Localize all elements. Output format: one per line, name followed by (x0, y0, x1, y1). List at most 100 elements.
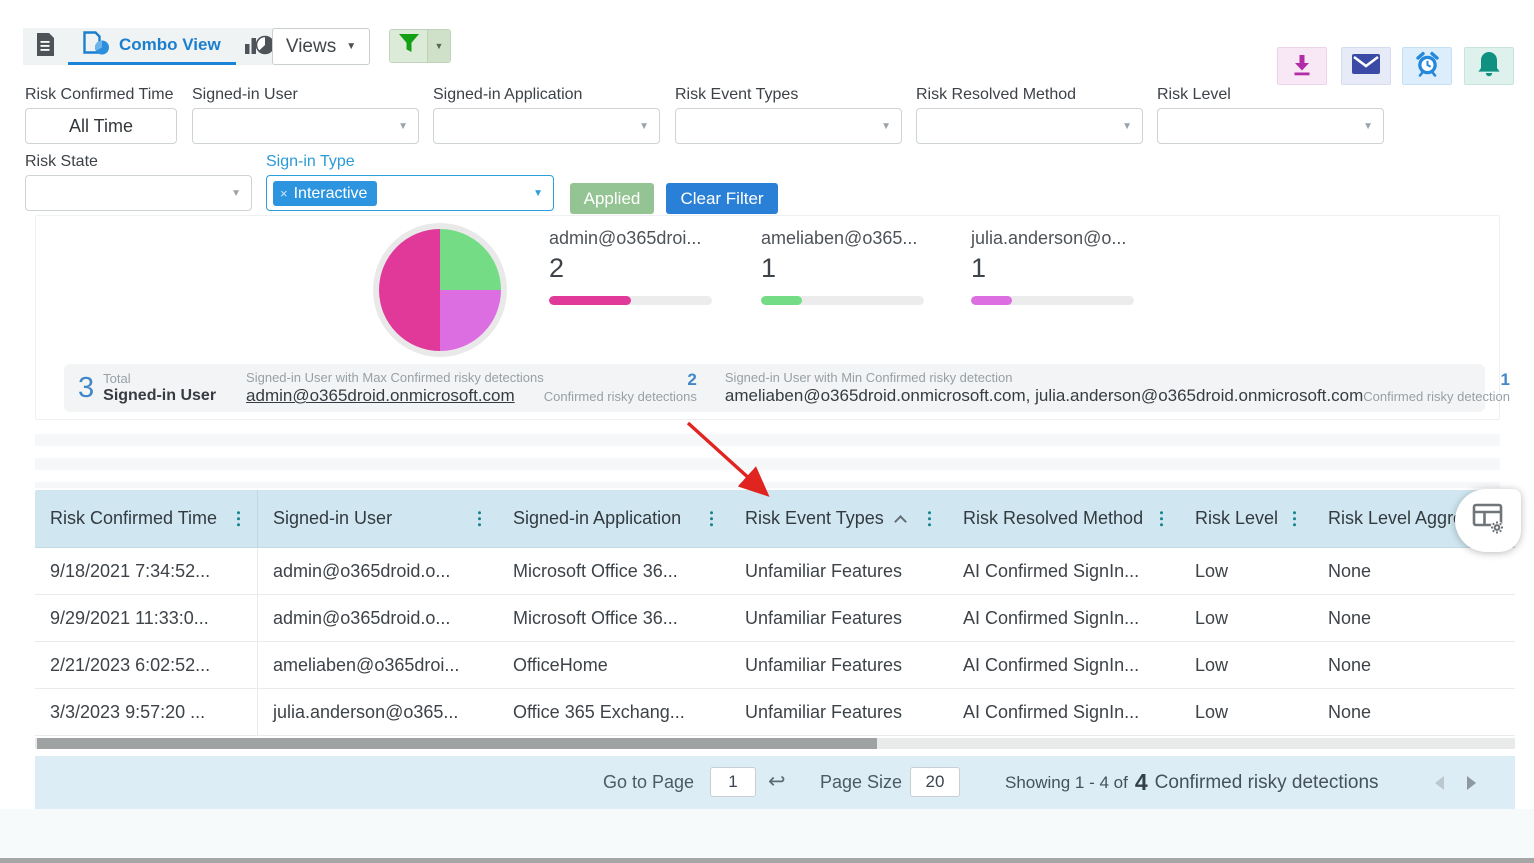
background-stripes (35, 422, 1500, 488)
funnel-icon (399, 34, 419, 58)
filter-risk-event-types: Risk Event Types ▼ (675, 86, 902, 144)
risk-state-select[interactable]: ▼ (25, 175, 252, 211)
column-chooser-button[interactable] (1455, 489, 1521, 552)
showing-total: 4 (1135, 769, 1148, 796)
column-header-risk-event-types[interactable]: Risk Event Types (730, 490, 948, 547)
signed-in-application-select[interactable]: ▼ (433, 108, 660, 144)
column-label: Risk Level Aggre (1328, 508, 1463, 529)
column-header-risk-resolved-method[interactable]: Risk Resolved Method (948, 490, 1180, 547)
column-menu-icon[interactable] (1290, 508, 1300, 530)
filter-funnel-button[interactable] (390, 30, 427, 62)
legend-value: 1 (971, 253, 1146, 284)
showing-summary: Showing 1 - 4 of 4 Confirmed risky detec… (1005, 756, 1379, 809)
column-header-signed-in-user[interactable]: Signed-in User (258, 490, 498, 547)
column-label: Risk Resolved Method (963, 508, 1143, 529)
cell: Office 365 Exchang... (498, 689, 730, 735)
download-icon (1290, 52, 1314, 81)
next-page-icon[interactable] (1467, 776, 1476, 790)
go-to-page-label: Go to Page (603, 772, 694, 793)
showing-suffix: Confirmed risky detections (1155, 772, 1379, 794)
go-to-page-input[interactable] (710, 767, 756, 797)
scrollbar-thumb[interactable] (37, 738, 877, 749)
cell: Microsoft Office 36... (498, 595, 730, 641)
legend-bar-fill (549, 296, 631, 305)
sign-in-type-select[interactable]: × Interactive ▼ (266, 175, 554, 211)
bottom-edge-bar (0, 858, 1534, 863)
signed-in-user-select[interactable]: ▼ (192, 108, 419, 144)
min-caption: Signed-in User with Min Confirmed risky … (725, 370, 1363, 386)
cell: admin@o365droid.o... (258, 548, 498, 594)
chart-view-icon (244, 33, 273, 60)
max-count: 2 (544, 371, 697, 389)
risk-confirmed-time-button[interactable]: All Time (25, 108, 177, 144)
max-user-link[interactable]: admin@o365droid.onmicrosoft.com (246, 386, 515, 405)
combo-view-icon (83, 31, 110, 60)
cell: Unfamiliar Features (730, 595, 948, 641)
pie-chart[interactable] (379, 229, 501, 351)
email-button[interactable] (1341, 47, 1391, 85)
tab-report-view[interactable] (23, 28, 68, 65)
column-menu-icon[interactable] (234, 508, 244, 530)
table-header-row: Risk Confirmed Time Signed-in User Signe… (35, 490, 1515, 548)
legend-item[interactable]: admin@o365droi... 2 (549, 228, 724, 305)
legend-item[interactable]: ameliaben@o365... 1 (761, 228, 936, 305)
filter-label: Risk State (25, 153, 252, 175)
table-row[interactable]: 9/29/2021 11:33:0... admin@o365droid.o..… (35, 595, 1515, 642)
notifications-button[interactable] (1464, 47, 1514, 85)
horizontal-scrollbar[interactable] (35, 738, 1515, 749)
total-label: Signed-in User (103, 387, 216, 405)
cell: admin@o365droid.o... (258, 595, 498, 641)
filter-label: Sign-in Type (266, 153, 554, 175)
table-row[interactable]: 3/3/2023 9:57:20 ... julia.anderson@o365… (35, 689, 1515, 736)
summary-total: 3 Total Signed-in User (64, 371, 232, 405)
tab-combo-view[interactable]: Combo View (68, 28, 236, 65)
alert-schedule-button[interactable] (1402, 47, 1452, 85)
column-menu-icon[interactable] (925, 508, 935, 530)
cell: ameliaben@o365droi... (258, 642, 498, 688)
min-count: 1 (1363, 371, 1510, 389)
column-menu-icon[interactable] (707, 508, 717, 530)
column-menu-icon[interactable] (1157, 508, 1167, 530)
column-menu-icon[interactable] (475, 508, 485, 530)
column-label: Risk Level (1195, 508, 1278, 529)
table-row[interactable]: 2/21/2023 6:02:52... ameliaben@o365droi.… (35, 642, 1515, 689)
download-button[interactable] (1277, 47, 1327, 85)
summary-max: Signed-in User with Max Confirmed risky … (232, 370, 711, 406)
column-header-signed-in-application[interactable]: Signed-in Application (498, 490, 730, 547)
filter-risk-resolved-method: Risk Resolved Method ▼ (916, 86, 1143, 144)
column-label: Risk Event Types (745, 508, 884, 529)
min-count-label: Confirmed risky detection (1363, 389, 1510, 405)
risk-event-types-select[interactable]: ▼ (675, 108, 902, 144)
chip-label: Interactive (294, 185, 368, 203)
cell: Microsoft Office 36... (498, 548, 730, 594)
legend-item[interactable]: julia.anderson@o... 1 (971, 228, 1146, 305)
clear-filter-button[interactable]: Clear Filter (666, 183, 778, 214)
risk-resolved-method-select[interactable]: ▼ (916, 108, 1143, 144)
sign-in-type-chip[interactable]: × Interactive (273, 181, 377, 206)
cell: OfficeHome (498, 642, 730, 688)
applied-button[interactable]: Applied (570, 183, 654, 214)
document-icon (36, 33, 55, 61)
pagination-bar: Go to Page ↩ Page Size Showing 1 - 4 of … (35, 756, 1515, 809)
chevron-down-icon: ▼ (231, 188, 241, 199)
legend-value: 1 (761, 253, 936, 284)
filter-dropdown-toggle[interactable]: ▼ (427, 30, 450, 62)
go-to-page-submit-icon[interactable]: ↩ (768, 769, 786, 794)
cell: 9/18/2021 7:34:52... (35, 548, 258, 594)
filter-label: Risk Level (1157, 86, 1384, 108)
page-size-input[interactable] (910, 767, 960, 797)
filter-signed-in-application: Signed-in Application ▼ (433, 86, 660, 144)
column-header-risk-level[interactable]: Risk Level (1180, 490, 1313, 547)
column-header-risk-confirmed-time[interactable]: Risk Confirmed Time (35, 490, 258, 547)
views-dropdown-button[interactable]: Views ▼ (272, 28, 370, 65)
column-label: Risk Confirmed Time (50, 508, 217, 529)
risk-level-select[interactable]: ▼ (1157, 108, 1384, 144)
summary-bar: 3 Total Signed-in User Signed-in User wi… (64, 364, 1485, 412)
table-row[interactable]: 9/18/2021 7:34:52... admin@o365droid.o..… (35, 548, 1515, 595)
filter-signed-in-user: Signed-in User ▼ (192, 86, 419, 144)
filter-label: Risk Confirmed Time (25, 86, 177, 108)
chip-remove-icon[interactable]: × (280, 186, 288, 201)
summary-min: Signed-in User with Min Confirmed risky … (711, 370, 1524, 406)
previous-page-icon[interactable] (1435, 776, 1444, 790)
column-label: Signed-in User (273, 508, 392, 529)
